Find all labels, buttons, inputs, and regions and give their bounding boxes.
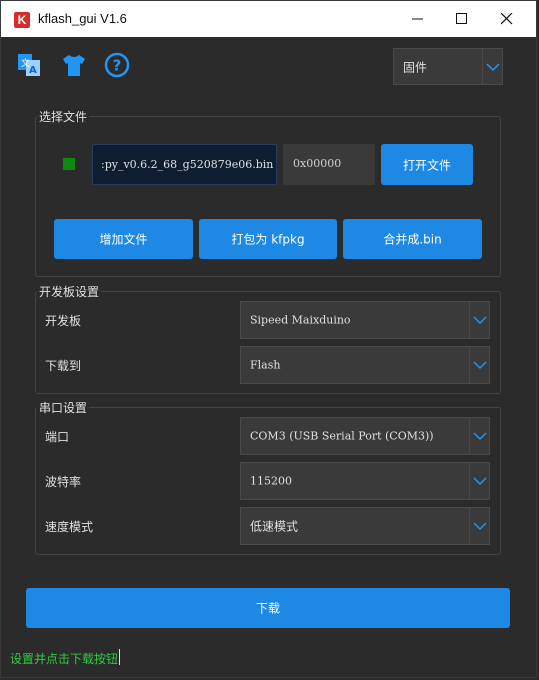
- chevron-down-icon: [469, 508, 489, 544]
- add-file-button-label: 增加文件: [99, 232, 148, 247]
- download-button-label: 下载: [255, 601, 280, 616]
- download-target-label: 下载到: [45, 359, 82, 373]
- add-file-button[interactable]: 增加文件: [54, 219, 193, 259]
- chevron-down-icon: [469, 302, 489, 338]
- app-logo-icon: K: [14, 12, 30, 28]
- help-icon[interactable]: ?: [103, 51, 131, 79]
- address-input[interactable]: 0x00000: [283, 144, 375, 185]
- merge-bin-button-label: 合并成.bin: [383, 232, 442, 247]
- chevron-down-icon: [469, 463, 489, 499]
- board-select[interactable]: Sipeed Maixduino: [240, 301, 490, 339]
- merge-bin-button[interactable]: 合并成.bin: [343, 219, 482, 259]
- download-target-value: Flash: [250, 358, 281, 372]
- file-group-title: 选择文件: [37, 108, 90, 125]
- app-window: K kflash_gui V1.6 文 A ? 固件 选择文件:py_v0.6…: [0, 0, 537, 678]
- title-bar[interactable]: K kflash_gui V1.6: [1, 1, 536, 37]
- chevron-down-icon: [482, 49, 502, 84]
- open-file-button-label: 打开文件: [402, 158, 451, 172]
- download-target-select[interactable]: Flash: [240, 346, 490, 384]
- maximize-button[interactable]: [439, 1, 485, 37]
- close-button[interactable]: [484, 1, 530, 37]
- translate-icon[interactable]: 文 A: [15, 51, 43, 79]
- port-label: 端口: [45, 430, 70, 444]
- baud-rate-select[interactable]: 115200: [240, 462, 490, 500]
- theme-shirt-icon[interactable]: [60, 51, 88, 79]
- pack-kfpkg-button[interactable]: 打包为 kfpkg: [199, 219, 337, 259]
- file-enabled-checkbox[interactable]: [63, 158, 75, 170]
- download-button[interactable]: 下载: [26, 588, 510, 628]
- speed-mode-label: 速度模式: [45, 520, 94, 534]
- pack-kfpkg-button-label: 打包为 kfpkg: [231, 232, 305, 247]
- chevron-down-icon: [469, 418, 489, 454]
- open-file-button[interactable]: 打开文件: [381, 144, 473, 185]
- close-icon: [501, 13, 513, 25]
- speed-mode-select[interactable]: 低速模式: [240, 507, 490, 545]
- mode-select-value: 固件: [403, 60, 428, 74]
- minimize-icon: [412, 18, 423, 20]
- minimize-button[interactable]: [395, 1, 441, 37]
- maximize-icon: [456, 13, 467, 24]
- svg-text:A: A: [29, 65, 37, 76]
- mode-select[interactable]: 固件: [393, 48, 503, 85]
- speed-mode-value: 低速模式: [250, 519, 299, 534]
- board-group-title: 开发板设置: [37, 283, 102, 300]
- status-text: 设置并点击下载按钮: [10, 652, 119, 666]
- window-title: kflash_gui V1.6: [38, 11, 127, 26]
- file-path-input[interactable]: :py_v0.6.2_68_g520879e06.bin: [92, 144, 277, 185]
- port-select-value: COM3 (USB Serial Port (COM3)): [250, 429, 434, 443]
- board-select-value: Sipeed Maixduino: [250, 313, 351, 327]
- port-select[interactable]: COM3 (USB Serial Port (COM3)): [240, 417, 490, 455]
- serial-group-title: 串口设置: [37, 399, 90, 416]
- svg-text:?: ?: [113, 57, 122, 75]
- baud-rate-label: 波特率: [45, 475, 82, 489]
- baud-rate-value: 115200: [250, 474, 292, 488]
- board-label: 开发板: [45, 314, 82, 328]
- text-cursor: [119, 649, 120, 665]
- chevron-down-icon: [469, 347, 489, 383]
